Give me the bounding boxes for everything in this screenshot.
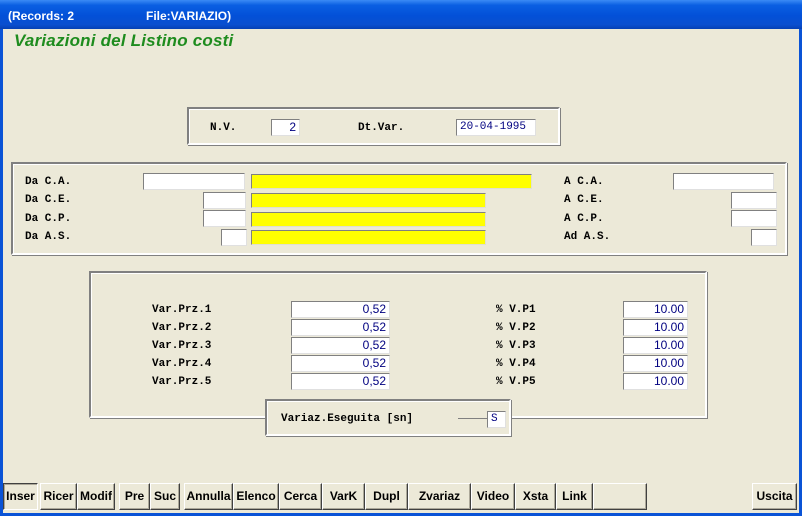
cerca-button[interactable]: Cerca [279,483,322,510]
form-title: Variazioni del Listino costi [14,31,234,50]
dtvar-label: Dt.Var. [358,122,405,134]
suc-button[interactable]: Suc [150,483,180,510]
a-ca-label: A C.A. [564,176,604,188]
da-cp-description [251,212,486,227]
a-ce-label: A C.E. [564,194,604,206]
var-prz-2-label: Var.Prz.2 [152,322,212,334]
nv-label: N.V. [210,122,237,134]
vark-button[interactable]: VarK [322,483,365,510]
var-prz-3-field[interactable]: 0,52 [291,337,390,354]
modif-button[interactable]: Modif [77,483,115,510]
da-ce-label: Da C.E. [25,194,72,206]
video-button[interactable]: Video [471,483,515,510]
link-button[interactable]: Link [556,483,593,510]
xsta-button[interactable]: Xsta [515,483,556,510]
a-cp-field[interactable] [731,210,777,227]
a-ce-field[interactable] [731,192,777,209]
uscita-button[interactable]: Uscita [752,483,797,510]
title-bar: (Records: 2 File:VARIAZIO) [0,0,802,29]
dupl-button[interactable]: Dupl [365,483,408,510]
pct-vp1-field[interactable]: 10.00 [623,301,688,318]
records-count: (Records: 2 [8,9,75,23]
pct-vp4-field[interactable]: 10.00 [623,355,688,372]
toolbar-spacer [647,483,752,510]
zvariaz-button[interactable]: Zvariaz [408,483,471,510]
da-ca-description [251,174,532,189]
eseguita-label: Variaz.Eseguita [sn] [281,413,414,425]
var-prz-4-label: Var.Prz.4 [152,358,212,370]
var-prz-3-label: Var.Prz.3 [152,340,212,352]
elenco-button[interactable]: Elenco [233,483,279,510]
pct-vp2-field[interactable]: 10.00 [623,319,688,336]
pct-vp3-field[interactable]: 10.00 [623,337,688,354]
a-ca-field[interactable] [673,173,774,190]
pct-vp2-label: % V.P2 [496,322,536,334]
var-prz-5-label: Var.Prz.5 [152,376,212,388]
var-prz-5-field[interactable]: 0,52 [291,373,390,390]
ricer-button[interactable]: Ricer [40,483,77,510]
da-ca-label: Da C.A. [25,176,72,188]
dtvar-field[interactable]: 20-04-1995 [456,119,536,136]
pct-vp4-label: % V.P4 [496,358,536,370]
a-cp-label: A C.P. [564,213,604,225]
annulla-button[interactable]: Annulla [184,483,233,510]
app-window [0,0,802,516]
da-as-field[interactable] [221,229,247,246]
var-prz-1-field[interactable]: 0,52 [291,301,390,318]
da-ce-description [251,193,486,208]
da-ce-field[interactable] [203,192,246,209]
pct-vp3-label: % V.P3 [496,340,536,352]
pct-vp5-label: % V.P5 [496,376,536,388]
ad-as-field[interactable] [751,229,777,246]
var-prz-2-field[interactable]: 0,52 [291,319,390,336]
da-cp-label: Da C.P. [25,213,72,225]
blank-button[interactable] [593,483,647,510]
var-prz-4-field[interactable]: 0,52 [291,355,390,372]
var-prz-1-label: Var.Prz.1 [152,304,212,316]
da-as-description [251,230,486,245]
eseguita-separator [458,418,488,419]
da-as-label: Da A.S. [25,231,72,243]
ad-as-label: Ad A.S. [564,231,611,243]
nv-field[interactable]: 2 [271,119,300,136]
da-cp-field[interactable] [203,210,246,227]
inser-button[interactable]: Inser [3,483,38,510]
pct-vp1-label: % V.P1 [496,304,536,316]
file-name: File:VARIAZIO) [146,9,232,23]
eseguita-field[interactable]: S [487,411,506,428]
da-ca-field[interactable] [143,173,245,190]
pre-button[interactable]: Pre [119,483,150,510]
pct-vp5-field[interactable]: 10.00 [623,373,688,390]
